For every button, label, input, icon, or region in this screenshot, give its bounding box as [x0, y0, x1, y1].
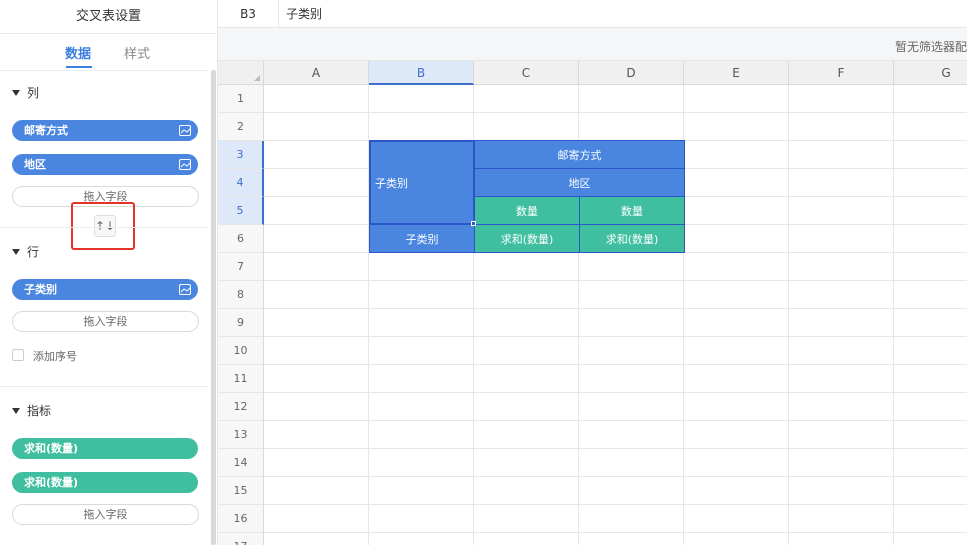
- column-header-g[interactable]: G: [894, 61, 967, 85]
- row-header-11[interactable]: 11: [218, 365, 264, 393]
- row-header-3[interactable]: 3: [218, 141, 264, 169]
- crosstab-settings-panel: 交叉表设置 数据 样式 列 邮寄方式 地区 拖入字段 ↑↓ 行 子类别 拖入字段…: [0, 0, 218, 545]
- collapse-triangle-icon: [12, 407, 20, 414]
- row-header-8[interactable]: 8: [218, 281, 264, 309]
- column-header-a[interactable]: A: [264, 61, 369, 85]
- column-header-e[interactable]: E: [684, 61, 789, 85]
- grid-hline: [264, 112, 967, 113]
- metrics-section-header[interactable]: 指标: [12, 402, 51, 419]
- column-header-c[interactable]: C: [474, 61, 579, 85]
- select-all-corner[interactable]: [218, 61, 264, 85]
- collapse-triangle-icon: [12, 89, 20, 96]
- fill-handle[interactable]: [471, 221, 476, 226]
- row-header-13[interactable]: 13: [218, 421, 264, 449]
- row-header-9[interactable]: 9: [218, 309, 264, 337]
- grid-hline: [264, 392, 967, 393]
- swap-rows-columns-button[interactable]: ↑↓: [94, 215, 116, 237]
- pivot-corner-cell[interactable]: 子类别: [369, 140, 475, 225]
- grid-hline: [264, 364, 967, 365]
- row-header-17[interactable]: 17: [218, 533, 264, 545]
- panel-title: 交叉表设置: [0, 0, 217, 34]
- panel-scrollbar[interactable]: [211, 70, 216, 545]
- field-chart-icon[interactable]: [179, 125, 191, 136]
- formula-input[interactable]: 子类别: [286, 0, 322, 28]
- metric-field-sum-quantity-2[interactable]: 求和(数量): [12, 472, 198, 493]
- panel-tabs: 数据 样式: [0, 34, 208, 70]
- grid-hline: [264, 476, 967, 477]
- pivot-measure-header-1[interactable]: 数量: [474, 196, 580, 225]
- app-root: 交叉表设置 数据 样式 列 邮寄方式 地区 拖入字段 ↑↓ 行 子类别 拖入字段…: [0, 0, 967, 545]
- columns-section-title: 列: [27, 86, 40, 100]
- rows-section-title: 行: [27, 245, 40, 259]
- add-index-label: 添加序号: [33, 350, 77, 363]
- pivot-col-header-shipping[interactable]: 邮寄方式: [474, 140, 685, 169]
- column-header-d[interactable]: D: [579, 61, 684, 85]
- select-all-triangle-icon: [254, 75, 260, 81]
- field-label: 邮寄方式: [24, 124, 68, 137]
- tab-data[interactable]: 数据: [65, 43, 91, 62]
- row-header-6[interactable]: 6: [218, 225, 264, 253]
- row-header-15[interactable]: 15: [218, 477, 264, 505]
- grid-hline: [264, 336, 967, 337]
- tabs-divider: [0, 70, 208, 71]
- collapse-triangle-icon: [12, 248, 20, 255]
- pivot-row-label-cell[interactable]: 子类别: [369, 224, 475, 253]
- row-header-2[interactable]: 2: [218, 113, 264, 141]
- grid-hline: [264, 308, 967, 309]
- row-header-7[interactable]: 7: [218, 253, 264, 281]
- pivot-measure-header-2[interactable]: 数量: [579, 196, 685, 225]
- rows-section-header[interactable]: 行: [12, 243, 39, 260]
- field-label: 地区: [24, 158, 46, 171]
- row-header-16[interactable]: 16: [218, 505, 264, 533]
- rows-dropzone[interactable]: 拖入字段: [12, 311, 199, 332]
- column-field-shipping-method[interactable]: 邮寄方式: [12, 120, 198, 141]
- grid-hline: [264, 532, 967, 533]
- row-header-1[interactable]: 1: [218, 85, 264, 113]
- field-chart-icon[interactable]: [179, 159, 191, 170]
- pivot-col-header-region[interactable]: 地区: [474, 168, 685, 197]
- panel-scrollbar-thumb[interactable]: [211, 70, 216, 545]
- row-header-5[interactable]: 5: [218, 197, 264, 225]
- column-header-b[interactable]: B: [369, 61, 474, 85]
- filter-bar: 暂无筛选器配: [218, 28, 967, 61]
- field-label: 子类别: [24, 283, 57, 296]
- row-header-12[interactable]: 12: [218, 393, 264, 421]
- metrics-section-title: 指标: [27, 404, 52, 418]
- field-label: 求和(数量): [24, 442, 79, 455]
- pivot-value-cell-2[interactable]: 求和(数量): [579, 224, 685, 253]
- filter-empty-text: 暂无筛选器配: [894, 40, 967, 54]
- row-field-subcategory[interactable]: 子类别: [12, 279, 198, 300]
- grid-hline: [264, 280, 967, 281]
- section-divider: [0, 227, 208, 228]
- row-header-10[interactable]: 10: [218, 337, 264, 365]
- tab-style[interactable]: 样式: [124, 43, 150, 62]
- add-index-checkbox[interactable]: [12, 349, 24, 361]
- section-divider: [0, 386, 208, 387]
- pivot-value-cell-1[interactable]: 求和(数量): [474, 224, 580, 253]
- metric-field-sum-quantity-1[interactable]: 求和(数量): [12, 438, 198, 459]
- field-chart-icon[interactable]: [179, 284, 191, 295]
- cell-reference-box[interactable]: B3: [218, 0, 279, 28]
- grid-hline: [264, 504, 967, 505]
- columns-section-header[interactable]: 列: [12, 84, 39, 101]
- grid-hline: [264, 448, 967, 449]
- row-header-14[interactable]: 14: [218, 449, 264, 477]
- field-label: 求和(数量): [24, 476, 79, 489]
- grid-hline: [264, 420, 967, 421]
- column-header-f[interactable]: F: [789, 61, 894, 85]
- formula-bar: B3 子类别: [218, 0, 967, 28]
- row-header-4[interactable]: 4: [218, 169, 264, 197]
- spreadsheet-grid: ABCDEFG 1234567891011121314151617 子类别 邮寄…: [218, 61, 967, 545]
- metrics-dropzone[interactable]: 拖入字段: [12, 504, 199, 525]
- column-field-region[interactable]: 地区: [12, 154, 198, 175]
- tab-active-indicator: [66, 66, 92, 68]
